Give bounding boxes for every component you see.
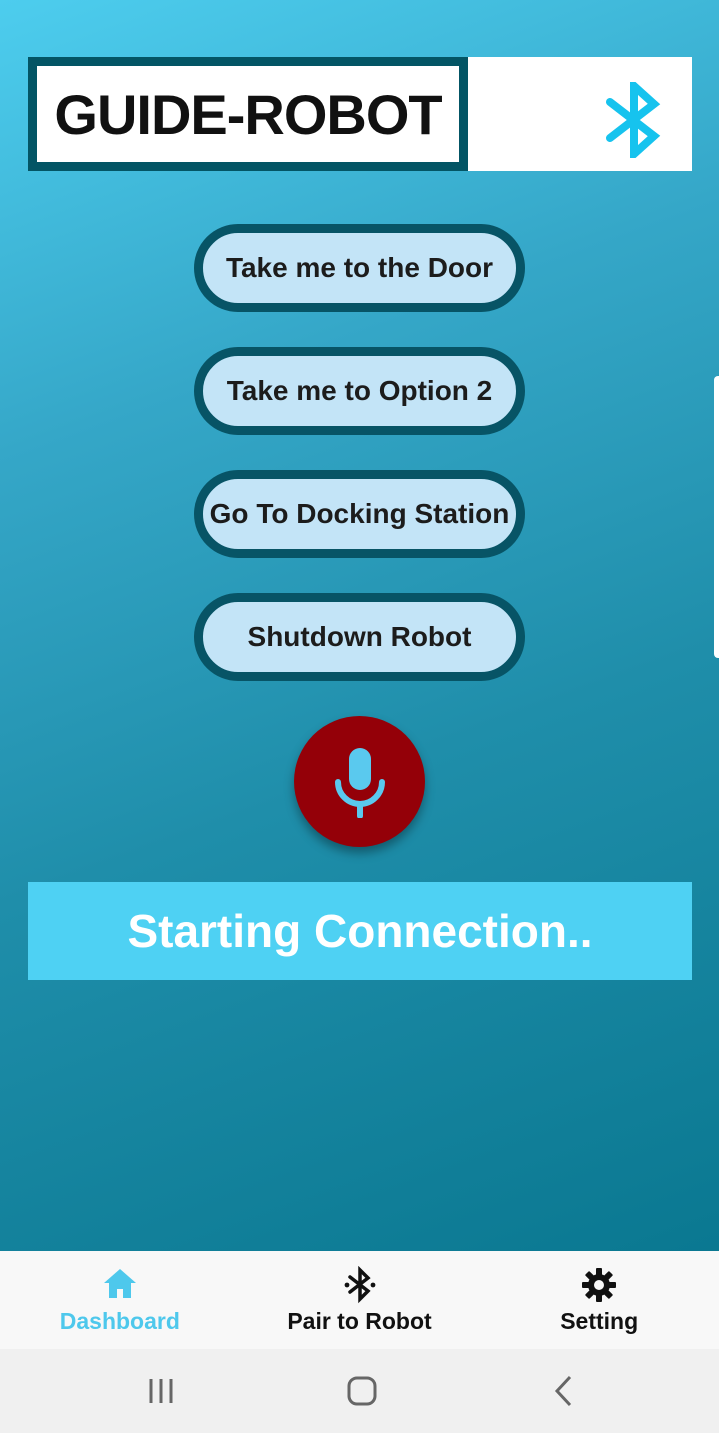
nav-label-pair-to-robot: Pair to Robot [287,1307,432,1334]
recents-icon[interactable] [141,1371,181,1411]
microphone-icon [334,747,385,818]
take-me-to-option-2-button[interactable]: Take me to Option 2 [194,347,525,435]
bluetooth-icon [344,1265,375,1303]
nav-item-pair-to-robot[interactable]: Pair to Robot [240,1251,480,1349]
nav-item-setting[interactable]: Setting [479,1251,719,1349]
nav-label-setting: Setting [560,1307,639,1334]
title-frame: GUIDE-ROBOT [28,57,468,171]
shutdown-robot-button[interactable]: Shutdown Robot [194,593,525,681]
go-to-docking-station-button[interactable]: Go To Docking Station [194,470,525,558]
back-icon[interactable] [544,1371,584,1411]
nav-label-dashboard: Dashboard [59,1307,180,1334]
app-title: GUIDE-ROBOT [54,82,442,146]
microphone-button[interactable] [294,716,425,847]
connection-status-bar: Starting Connection.. [28,882,692,980]
home-circle-icon[interactable] [342,1371,382,1411]
dashboard-content: GUIDE-ROBOT Take me to the Door Take me … [0,0,719,1251]
bluetooth-icon[interactable] [604,82,664,158]
gear-icon [582,1267,617,1302]
connection-status-text: Starting Connection.. [127,905,593,957]
system-navigation-bar [0,1349,719,1433]
edge-panel-handle[interactable] [714,376,719,658]
bottom-navigation: Dashboard Pair to Robot Setting [0,1251,719,1349]
nav-item-dashboard[interactable]: Dashboard [0,1251,240,1349]
app-screen: GUIDE-ROBOT Take me to the Door Take me … [0,0,719,1433]
app-header: GUIDE-ROBOT [28,57,692,171]
title-inner: GUIDE-ROBOT [37,66,459,162]
home-icon [103,1268,136,1298]
take-me-to-door-button[interactable]: Take me to the Door [194,224,525,312]
